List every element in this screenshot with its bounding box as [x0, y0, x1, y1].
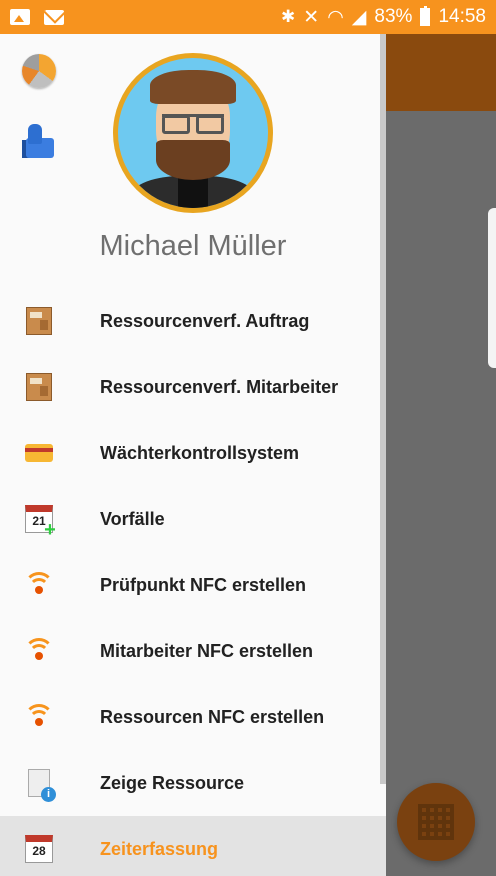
menu-item-zeige-ressource[interactable]: Zeige Ressource: [0, 750, 386, 816]
nfc-signal-icon: [24, 704, 54, 730]
clock: 14:58: [438, 6, 486, 27]
package-icon: [26, 307, 52, 335]
pie-chart-icon[interactable]: [22, 54, 56, 88]
menu-item-label: Prüfpunkt NFC erstellen: [100, 574, 307, 595]
menu-item-label: Vorfälle: [100, 508, 165, 529]
menu-item-label: Mitarbeiter NFC erstellen: [100, 640, 314, 661]
status-bar: ✱ ✕ ◠ ◢ 83% 14:58: [0, 0, 496, 34]
drawer-scrim[interactable]: [386, 111, 496, 876]
menu-item-ressourcen-nfc[interactable]: Ressourcen NFC erstellen: [0, 684, 386, 750]
menu-item-vorfaelle[interactable]: 21 + Vorfälle: [0, 486, 386, 552]
menu-item-ressourcenverf-auftrag[interactable]: Ressourcenverf. Auftrag: [0, 288, 386, 354]
wifi-icon: ◠: [327, 6, 344, 28]
bluetooth-icon: ✱: [281, 7, 296, 26]
menu-item-label: Zeiterfassung: [100, 838, 219, 859]
mute-icon: ✕: [303, 6, 320, 28]
menu-item-zeiterfassung[interactable]: 28 Zeiterfassung: [0, 816, 386, 876]
package-icon: [26, 373, 52, 401]
menu-item-label: Wächterkontrollsystem: [100, 442, 300, 463]
calendar-add-icon: 21 +: [25, 505, 56, 540]
thumbs-up-icon[interactable]: [22, 124, 56, 160]
edge-panel-handle[interactable]: [488, 208, 496, 368]
nfc-signal-icon: [24, 638, 54, 664]
menu-item-label: Ressourcen NFC erstellen: [100, 706, 325, 727]
battery-percentage: 83%: [374, 6, 413, 27]
drawer-scrollbar[interactable]: [380, 34, 386, 784]
menu-item-mitarbeiter-nfc[interactable]: Mitarbeiter NFC erstellen: [0, 618, 386, 684]
menu-item-label: Ressourcenverf. Auftrag: [100, 310, 310, 331]
calendar-icon: 28: [25, 835, 53, 863]
image-notification-icon: [10, 9, 30, 25]
battery-icon: [420, 6, 431, 26]
menu-item-ressourcenverf-mitarbeiter[interactable]: Ressourcenverf. Mitarbeiter: [0, 354, 386, 420]
document-info-icon: [28, 769, 56, 802]
avatar[interactable]: [113, 53, 273, 213]
nfc-signal-icon: [24, 572, 54, 598]
menu-item-label: Zeige Ressource: [100, 772, 245, 793]
drawer-header: Michael Müller: [0, 34, 386, 294]
qr-scan-button[interactable]: [397, 783, 475, 861]
navigation-drawer: Michael Müller Ressourcenverf. Auftrag R…: [0, 34, 386, 876]
mail-notification-icon: [44, 9, 64, 25]
menu-item-label: Ressourcenverf. Mitarbeiter: [100, 376, 339, 397]
menu-item-waechterkontrollsystem[interactable]: Wächterkontrollsystem: [0, 420, 386, 486]
menu-item-pruefpunkt-nfc[interactable]: Prüfpunkt NFC erstellen: [0, 552, 386, 618]
drawer-menu: Ressourcenverf. Auftrag Ressourcenverf. …: [0, 288, 386, 876]
qr-code-icon: [418, 804, 454, 840]
card-icon: [25, 444, 53, 462]
user-name: Michael Müller: [99, 230, 287, 262]
signal-icon: ◢: [351, 6, 367, 28]
